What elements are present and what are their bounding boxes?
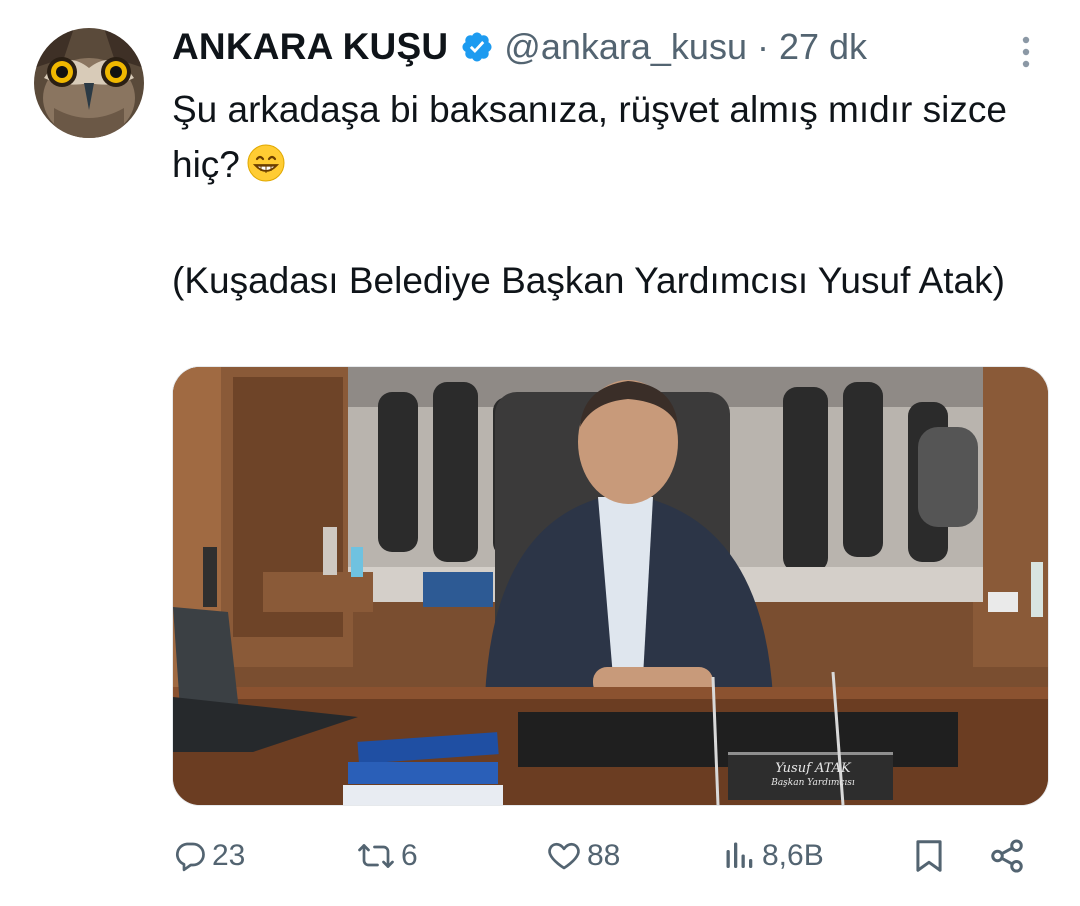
bookmark-button[interactable]	[910, 830, 948, 882]
heart-icon	[545, 838, 583, 874]
share-button[interactable]	[988, 830, 1026, 882]
owl-avatar-image	[34, 28, 144, 138]
nameplate-title: Başkan Yardımcısı	[771, 778, 855, 788]
tweet-media[interactable]: Yusuf ATAK Başkan Yardımcısı	[172, 366, 1049, 806]
bookmark-icon	[910, 836, 948, 876]
author-avatar[interactable]	[34, 28, 144, 138]
views-count: 8,6B	[762, 839, 824, 872]
tweet-text: Şu arkadaşa bi baksanıza, rüşvet almış m…	[172, 82, 1032, 308]
more-vertical-icon[interactable]	[1008, 30, 1044, 74]
verified-badge-icon[interactable]	[460, 30, 494, 64]
tweet-header: ANKARA KUŞU @ankara_kusu · 27 dk	[172, 22, 867, 72]
office-photo	[173, 367, 1048, 805]
reply-count: 23	[212, 839, 246, 872]
separator-dot: ·	[756, 26, 769, 67]
like-count: 88	[587, 839, 621, 872]
author-name[interactable]: ANKARA KUŞU	[172, 26, 448, 68]
nameplate: Yusuf ATAK Başkan Yardımcısı	[733, 762, 893, 790]
retweet-icon	[355, 838, 397, 874]
grinning-face-emoji-icon	[246, 143, 286, 198]
views-icon	[722, 838, 758, 874]
author-handle[interactable]: @ankara_kusu	[504, 26, 747, 68]
reply-button[interactable]: 23	[172, 830, 245, 882]
tweet-text-caption: (Kuşadası Belediye Başkan Yardımcısı Yus…	[172, 260, 1005, 301]
share-icon	[988, 837, 1026, 875]
views-button[interactable]: 8,6B	[722, 830, 824, 882]
like-button[interactable]: 88	[545, 830, 620, 882]
tweet-timestamp[interactable]: 27 dk	[779, 26, 867, 68]
tweet-text-main: Şu arkadaşa bi baksanıza, rüşvet almış m…	[172, 89, 1007, 185]
reply-icon	[172, 838, 208, 874]
tweet-text-line: Şu arkadaşa bi baksanıza, rüşvet almış m…	[172, 82, 1032, 198]
retweet-button[interactable]: 6	[355, 830, 418, 882]
action-bar: 23 6 88 8,6B	[0, 830, 1080, 882]
nameplate-name: Yusuf ATAK	[775, 761, 851, 776]
retweet-count: 6	[401, 839, 418, 872]
